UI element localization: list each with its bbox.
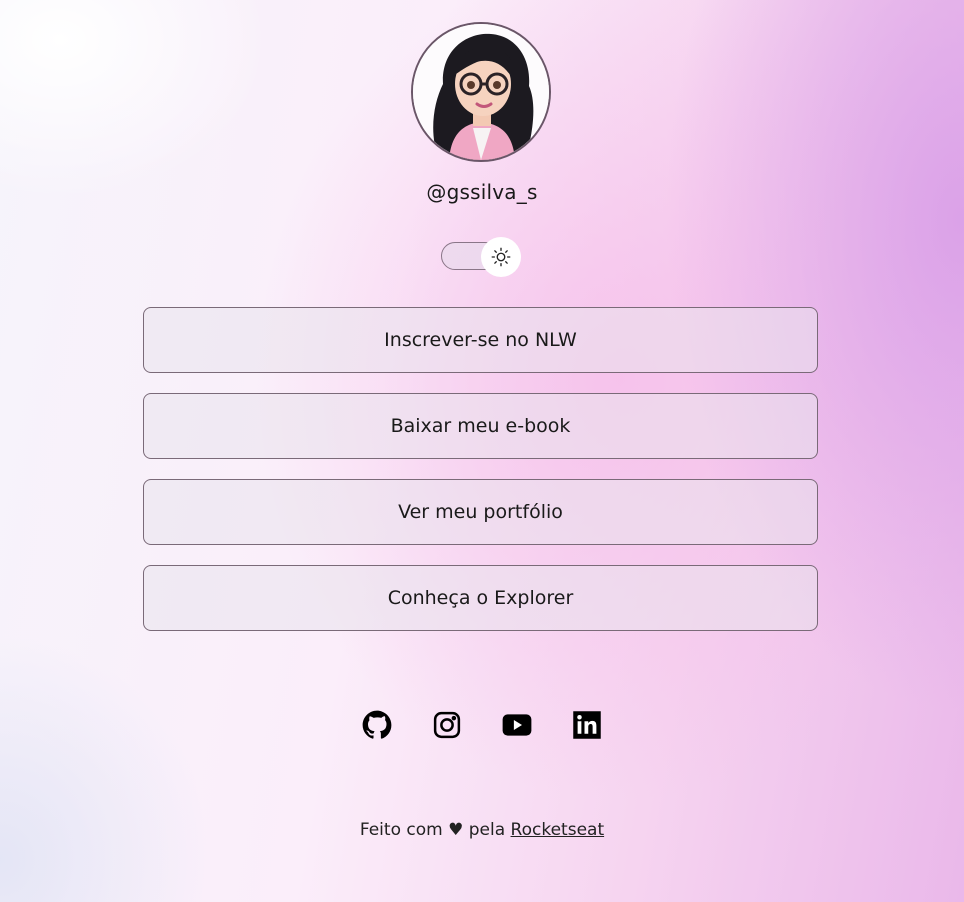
link-button-nlw[interactable]: Inscrever-se no NLW <box>143 307 818 373</box>
link-list: Inscrever-se no NLW Baixar meu e-book Ve… <box>143 307 818 651</box>
social-links <box>0 710 964 740</box>
sun-icon <box>491 247 511 267</box>
github-link[interactable] <box>362 710 392 740</box>
instagram-link[interactable] <box>432 710 462 740</box>
youtube-link[interactable] <box>502 710 532 740</box>
link-button-portfolio[interactable]: Ver meu portfólio <box>143 479 818 545</box>
youtube-icon <box>502 714 532 736</box>
linkedin-icon <box>573 711 601 739</box>
profile-avatar <box>411 22 551 162</box>
footer-text-middle: pela <box>468 820 506 840</box>
theme-toggle-knob[interactable] <box>481 237 521 277</box>
heart-icon: ♥ <box>448 820 464 840</box>
footer: Feito com ♥ pela Rocketseat <box>0 820 964 840</box>
github-icon <box>362 710 392 739</box>
footer-text: Feito com <box>359 820 443 840</box>
link-button-ebook[interactable]: Baixar meu e-book <box>143 393 818 459</box>
profile-handle: @gssilva_s <box>426 180 538 204</box>
instagram-icon <box>433 711 461 739</box>
rocketseat-link[interactable]: Rocketseat <box>511 820 605 840</box>
link-button-explorer[interactable]: Conheça o Explorer <box>143 565 818 631</box>
linkedin-link[interactable] <box>572 710 602 740</box>
